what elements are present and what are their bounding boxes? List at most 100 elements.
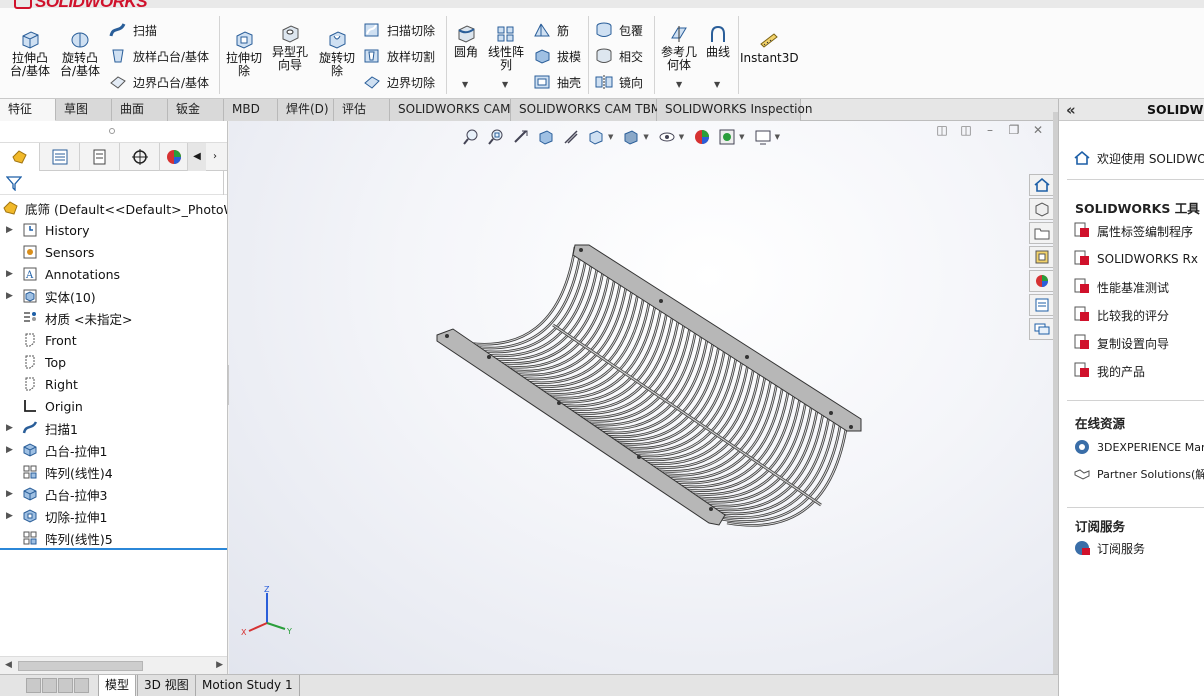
tabs-scroll-left-icon[interactable]: ◀ [188,142,206,171]
view-orientation-icon[interactable] [586,127,606,147]
solidworks-tool-link[interactable]: SOLIDWORKS Rx [1073,248,1198,270]
expand-arrow-icon[interactable]: ▶ [6,489,16,499]
tree-item[interactable]: ▶ 实体(10) [0,285,227,307]
view-settings-dropdown-icon[interactable]: ▼ [775,133,780,141]
tree-item[interactable]: ▶ 凸台-拉伸1 [0,439,227,461]
tree-filter[interactable] [0,171,227,195]
3dexperience-marketplace-link[interactable]: 3DEXPERIENCE Marketplace [1073,436,1204,458]
expand-arrow-icon[interactable]: ▶ [6,423,16,433]
tree-root-part[interactable]: 底筛 (Default<<Default>_PhotoWorks [0,197,227,219]
collapse-pane-icon[interactable]: « [1066,101,1076,119]
tree-item[interactable]: 阵列(线性)5 [0,527,227,549]
forum-tab[interactable] [1029,318,1055,340]
panel-grip[interactable] [0,121,227,143]
close-icon[interactable]: ✕ [1031,123,1045,137]
horizontal-scrollbar[interactable]: ◀ ▶ [0,656,227,674]
tree-item[interactable]: Right [0,373,227,395]
sweep-cut-button[interactable]: 扫描切除 [362,19,435,41]
appearances-tab[interactable] [1029,270,1055,292]
tab-motion-study-1[interactable]: Motion Study 1 [195,675,300,696]
dynamic-annotation-icon[interactable] [561,127,581,147]
hide-show-dropdown-icon[interactable]: ▼ [679,133,684,141]
expand-arrow-icon[interactable]: ▶ [6,511,16,521]
loft-boss-button[interactable]: 放样凸台/基体 [108,45,209,67]
view-settings-icon[interactable] [753,127,773,147]
previous-tab-icon[interactable] [42,678,57,693]
tab-features[interactable]: 特征 [0,99,56,121]
apply-scene-dropdown-icon[interactable]: ▼ [739,133,744,141]
tree-item[interactable]: ▶ 切除-拉伸1 [0,505,227,527]
revolve-boss-button[interactable]: 旋转凸 台/基体 [56,30,104,78]
tab-surfaces[interactable]: 曲面 [112,99,168,121]
view-orientation-dropdown-icon[interactable]: ▼ [608,133,613,141]
instant3d-button[interactable]: Instant3D [740,30,799,65]
shell-button[interactable]: 抽壳 [532,71,581,93]
tree-item[interactable]: Front [0,329,227,351]
tree-item[interactable]: ▶ 凸台-拉伸3 [0,483,227,505]
solidworks-tool-link[interactable]: 比较我的评分 [1073,304,1169,326]
wrap-button[interactable]: 包覆 [594,19,643,41]
mirror-button[interactable]: 镜向 [594,71,643,93]
tab-solidworks-inspection[interactable]: SOLIDWORKS Inspection [657,99,812,121]
draft-button[interactable]: 拔模 [532,45,581,67]
rollback-bar[interactable] [0,548,227,550]
extrude-boss-button[interactable]: 拉伸凸 台/基体 [6,30,54,78]
section-view-icon[interactable] [536,127,556,147]
tab-solidworks-cam[interactable]: SOLIDWORKS CAM [390,99,511,121]
revolve-cut-button[interactable]: 旋转切 除 [314,30,360,78]
tab-sketch[interactable]: 草图 [56,99,112,121]
tree-item[interactable]: ▶ History [0,219,227,241]
display-style-dropdown-icon[interactable]: ▼ [643,133,648,141]
hole-wizard-button[interactable]: 异型孔 向导 [268,24,312,72]
scrollbar-thumb[interactable] [18,661,143,671]
expand-arrow-icon[interactable]: ▶ [6,445,16,455]
feature-manager-tab[interactable] [0,142,40,171]
subscription-services-link[interactable]: 订阅服务 [1073,537,1145,559]
curves-button[interactable]: 曲线 [702,24,734,59]
tab-solidworks-cam-tbm[interactable]: SOLIDWORKS CAM TBM [511,99,661,121]
configuration-manager-tab[interactable] [80,142,120,171]
solidworks-tool-link[interactable]: 我的产品 [1073,360,1145,382]
edit-appearance-icon[interactable] [692,127,712,147]
next-tab-icon[interactable] [58,678,73,693]
curves-dropdown-icon[interactable]: ▼ [714,80,720,89]
tree-item[interactable]: Sensors [0,241,227,263]
partner-solutions-link[interactable]: Partner Solutions(解决方案) [1073,463,1204,485]
graphics-area[interactable]: ▼ ▼ ▼ ▼ ▼ ◫ ◫ – ❐ ✕ Z X Y [229,121,1057,674]
design-library-tab[interactable] [1029,198,1055,220]
zoom-to-area-icon[interactable] [486,127,506,147]
fillet-button[interactable]: 圆角 [450,24,482,59]
intersect-button[interactable]: 相交 [594,45,643,67]
display-manager-tab[interactable] [160,142,188,171]
loft-cut-button[interactable]: 放样切割 [362,45,435,67]
linear-pattern-button[interactable]: 线性阵 列 [484,24,528,72]
tab-3d-views[interactable]: 3D 视图 [137,675,196,696]
extrude-cut-button[interactable]: 拉伸切 除 [222,30,266,78]
display-style-icon[interactable] [621,127,641,147]
view-palette-tab[interactable] [1029,246,1055,268]
tab-sheet-metal[interactable]: 钣金 [168,99,224,121]
tab-mbd[interactable]: MBD [224,99,278,121]
tabs-scroll-right-icon[interactable]: › [206,143,224,171]
scroll-left-icon[interactable]: ◀ [5,660,12,670]
dimxpert-manager-tab[interactable] [120,142,160,171]
file-explorer-tab[interactable] [1029,222,1055,244]
pattern-dropdown-icon[interactable]: ▼ [502,80,508,89]
rib-button[interactable]: 筋 [532,19,569,41]
tab-evaluate[interactable]: 评估 [334,99,390,121]
tile-left-icon[interactable]: ◫ [935,123,949,137]
tab-weldments[interactable]: 焊件(D) [278,99,334,121]
model-screen-grid[interactable] [429,233,869,553]
tile-right-icon[interactable]: ◫ [959,123,973,137]
welcome-link[interactable]: 欢迎使用 SOLIDWORKS [1073,147,1204,169]
reference-geometry-button[interactable]: 参考几 何体 [658,24,700,72]
tree-item[interactable]: 材质 <未指定> [0,307,227,329]
last-tab-icon[interactable] [74,678,89,693]
solidworks-tool-link[interactable]: 复制设置向导 [1073,332,1169,354]
tree-item[interactable]: ▶ A Annotations [0,263,227,285]
minimize-icon[interactable]: – [983,123,997,137]
tree-item[interactable]: Origin [0,395,227,417]
zoom-to-fit-icon[interactable] [461,127,481,147]
custom-properties-tab[interactable] [1029,294,1055,316]
apply-scene-icon[interactable] [717,127,737,147]
